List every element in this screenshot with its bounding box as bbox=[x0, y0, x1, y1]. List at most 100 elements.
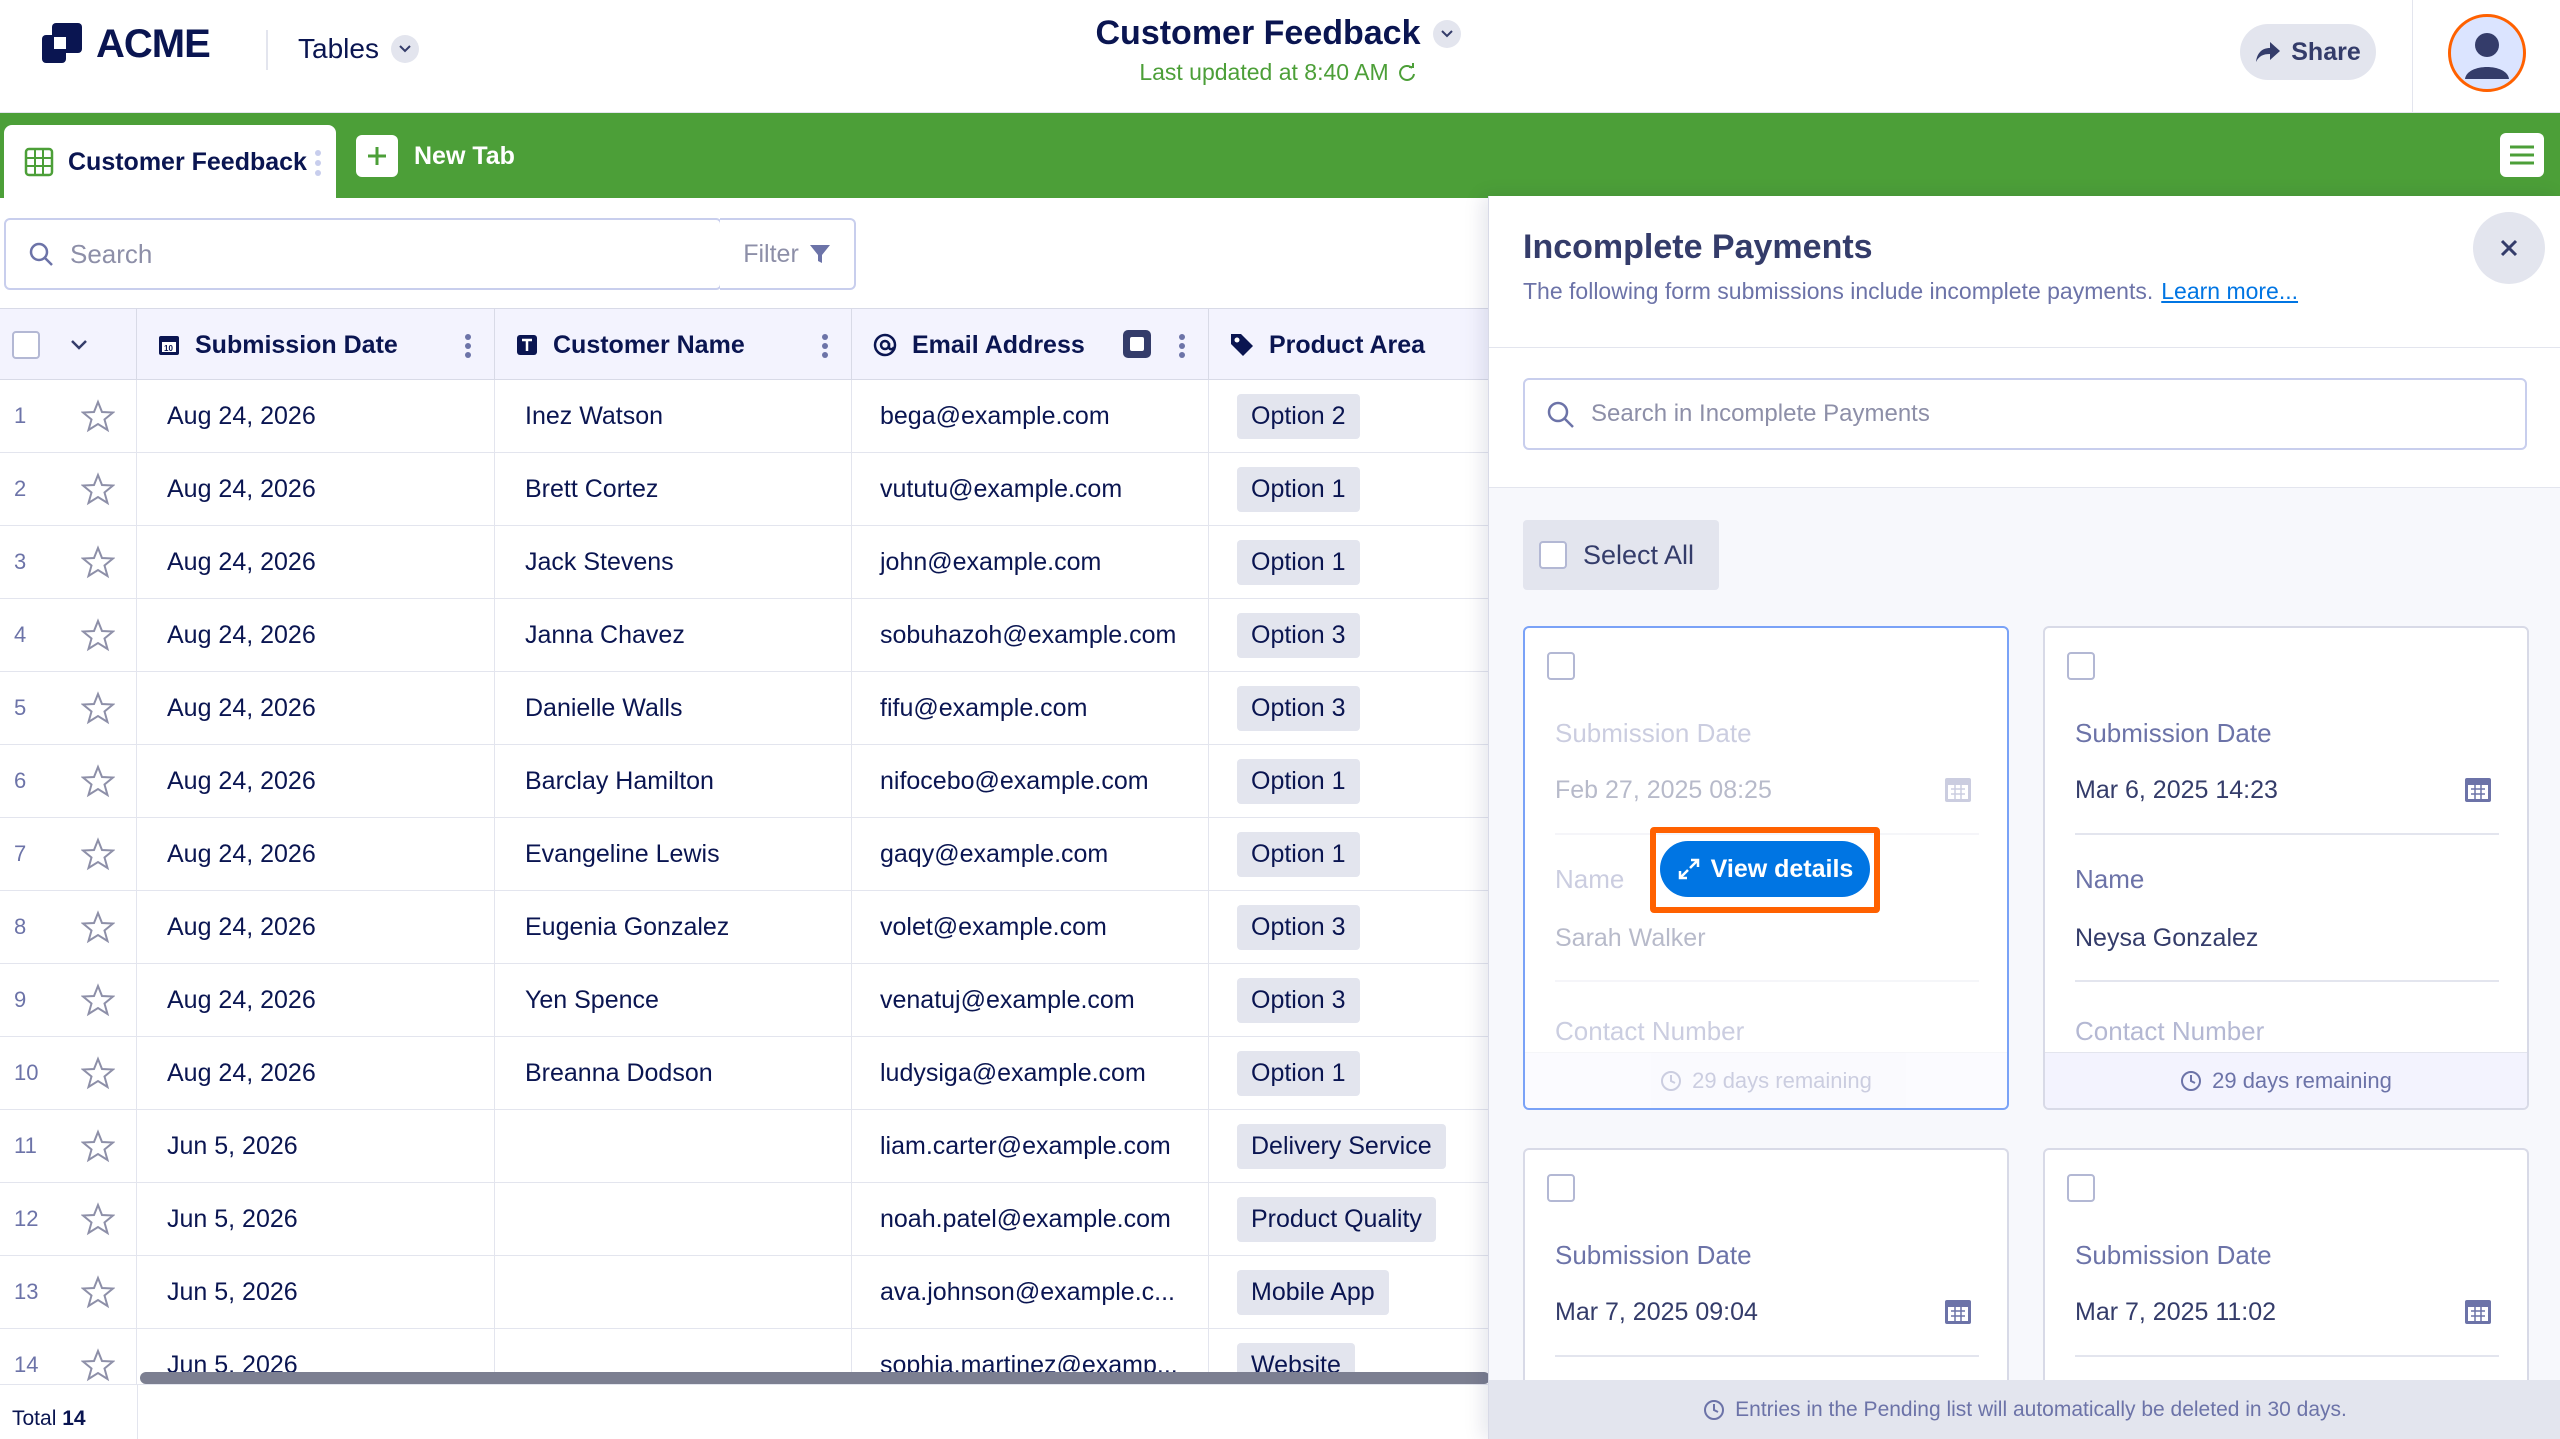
row-star-cell[interactable] bbox=[60, 1037, 137, 1109]
customer-name-cell[interactable] bbox=[495, 1256, 852, 1328]
search-input[interactable]: Search bbox=[4, 218, 722, 290]
submission-date-cell[interactable]: Aug 24, 2026 bbox=[137, 891, 495, 963]
row-star-cell[interactable] bbox=[60, 380, 137, 452]
column-header-product-area[interactable]: Product Area bbox=[1209, 309, 1490, 381]
email-address-cell[interactable]: noah.patel@example.com bbox=[852, 1183, 1209, 1255]
email-address-cell[interactable]: vututu@example.com bbox=[852, 453, 1209, 525]
table-row[interactable]: 4 Aug 24, 2026 Janna Chavez sobuhazoh@examp… bbox=[0, 599, 1490, 672]
product-area-cell[interactable]: Option 2 bbox=[1209, 380, 1490, 452]
document-title[interactable]: Customer Feedback bbox=[1096, 14, 1461, 53]
acme-logo[interactable]: ACME bbox=[40, 22, 211, 67]
row-star-cell[interactable] bbox=[60, 1183, 137, 1255]
customer-name-cell[interactable] bbox=[495, 1110, 852, 1182]
product-area-cell[interactable]: Option 1 bbox=[1209, 818, 1490, 890]
product-area-cell[interactable]: Option 1 bbox=[1209, 1037, 1490, 1109]
star-icon[interactable] bbox=[81, 1202, 115, 1236]
row-star-cell[interactable] bbox=[60, 453, 137, 525]
email-address-cell[interactable]: nifocebo@example.com bbox=[852, 745, 1209, 817]
customer-name-cell[interactable]: Inez Watson bbox=[495, 380, 852, 452]
product-area-cell[interactable]: Delivery Service bbox=[1209, 1110, 1490, 1182]
tab-menu-button[interactable] bbox=[2500, 133, 2544, 177]
customer-name-cell[interactable]: Barclay Hamilton bbox=[495, 745, 852, 817]
star-icon[interactable] bbox=[81, 1275, 115, 1309]
table-row[interactable]: 10 Aug 24, 2026 Breanna Dodson ludysiga@exa… bbox=[0, 1037, 1490, 1110]
email-address-cell[interactable]: ludysiga@example.com bbox=[852, 1037, 1209, 1109]
column-header-customer-name[interactable]: Customer Name bbox=[495, 309, 852, 381]
email-address-cell[interactable]: liam.carter@example.com bbox=[852, 1110, 1209, 1182]
customer-name-cell[interactable]: Evangeline Lewis bbox=[495, 818, 852, 890]
table-row[interactable]: 12 Jun 5, 2026 noah.patel@example.com Produ… bbox=[0, 1183, 1490, 1256]
view-details-button[interactable]: View details bbox=[1660, 841, 1870, 897]
chevron-down-icon[interactable] bbox=[1432, 19, 1461, 48]
row-star-cell[interactable] bbox=[60, 599, 137, 671]
product-area-cell[interactable]: Option 3 bbox=[1209, 964, 1490, 1036]
customer-name-cell[interactable]: Jack Stevens bbox=[495, 526, 852, 598]
customer-name-cell[interactable]: Breanna Dodson bbox=[495, 1037, 852, 1109]
star-icon[interactable] bbox=[81, 1129, 115, 1163]
product-area-cell[interactable]: Option 3 bbox=[1209, 599, 1490, 671]
learn-more-link[interactable]: Learn more... bbox=[2161, 278, 2298, 304]
product-area-cell[interactable]: Option 1 bbox=[1209, 745, 1490, 817]
star-icon[interactable] bbox=[81, 1348, 115, 1382]
new-tab-button[interactable]: New Tab bbox=[356, 135, 515, 177]
email-address-cell[interactable]: bega@example.com bbox=[852, 380, 1209, 452]
product-area-cell[interactable]: Option 3 bbox=[1209, 672, 1490, 744]
row-star-cell[interactable] bbox=[60, 1256, 137, 1328]
row-star-cell[interactable] bbox=[60, 672, 137, 744]
email-address-cell[interactable]: john@example.com bbox=[852, 526, 1209, 598]
product-area-cell[interactable]: Mobile App bbox=[1209, 1256, 1490, 1328]
select-all-rows-checkbox[interactable] bbox=[12, 331, 40, 359]
row-star-cell[interactable] bbox=[60, 1110, 137, 1182]
email-address-cell[interactable]: volet@example.com bbox=[852, 891, 1209, 963]
submission-card[interactable]: Submission Date Mar 7, 2025 09:04 bbox=[1523, 1148, 2009, 1380]
customer-name-cell[interactable]: Brett Cortez bbox=[495, 453, 852, 525]
star-icon[interactable] bbox=[81, 837, 115, 871]
star-icon[interactable] bbox=[81, 691, 115, 725]
refresh-icon[interactable] bbox=[1397, 62, 1417, 83]
customer-name-cell[interactable] bbox=[495, 1183, 852, 1255]
table-row[interactable]: 13 Jun 5, 2026 ava.johnson@example.c... Mob… bbox=[0, 1256, 1490, 1329]
star-icon[interactable] bbox=[81, 1056, 115, 1090]
submission-date-cell[interactable]: Jun 5, 2026 bbox=[137, 1110, 495, 1182]
product-area-cell[interactable]: Product Quality bbox=[1209, 1183, 1490, 1255]
star-icon[interactable] bbox=[81, 472, 115, 506]
table-row[interactable]: 6 Aug 24, 2026 Barclay Hamilton nifocebo@ex… bbox=[0, 745, 1490, 818]
table-row[interactable]: 9 Aug 24, 2026 Yen Spence venatuj@example.c… bbox=[0, 964, 1490, 1037]
share-button[interactable]: Share bbox=[2240, 24, 2376, 80]
star-icon[interactable] bbox=[81, 764, 115, 798]
card-checkbox[interactable] bbox=[2067, 1174, 2095, 1202]
submission-card[interactable]: Submission Date Mar 7, 2025 11:02 bbox=[2043, 1148, 2529, 1380]
email-address-cell[interactable]: venatuj@example.com bbox=[852, 964, 1209, 1036]
submission-card[interactable]: Submission Date Mar 6, 2025 14:23 Name N… bbox=[2043, 626, 2529, 1110]
product-area-cell[interactable]: Option 1 bbox=[1209, 526, 1490, 598]
star-icon[interactable] bbox=[81, 618, 115, 652]
row-star-cell[interactable] bbox=[60, 891, 137, 963]
table-row[interactable]: 5 Aug 24, 2026 Danielle Walls fifu@example.… bbox=[0, 672, 1490, 745]
close-panel-button[interactable] bbox=[2473, 212, 2545, 284]
card-checkbox[interactable] bbox=[2067, 652, 2095, 680]
submission-date-cell[interactable]: Aug 24, 2026 bbox=[137, 599, 495, 671]
email-address-cell[interactable]: sobuhazoh@example.com bbox=[852, 599, 1209, 671]
star-icon[interactable] bbox=[81, 983, 115, 1017]
customer-name-cell[interactable]: Eugenia Gonzalez bbox=[495, 891, 852, 963]
filter-button[interactable]: Filter bbox=[720, 218, 856, 290]
column-header-email-address[interactable]: Email Address bbox=[852, 309, 1209, 381]
submission-date-cell[interactable]: Aug 24, 2026 bbox=[137, 1037, 495, 1109]
select-all-button[interactable]: Select All bbox=[1523, 520, 1719, 590]
panel-search-input[interactable]: Search in Incomplete Payments bbox=[1523, 378, 2527, 450]
column-options-icon[interactable] bbox=[464, 333, 472, 359]
submission-date-cell[interactable]: Aug 24, 2026 bbox=[137, 380, 495, 452]
row-star-cell[interactable] bbox=[60, 964, 137, 1036]
tab-customer-feedback[interactable]: Customer Feedback bbox=[4, 125, 336, 199]
submission-date-cell[interactable]: Aug 24, 2026 bbox=[137, 672, 495, 744]
user-avatar[interactable] bbox=[2448, 14, 2526, 92]
email-address-cell[interactable]: gaqy@example.com bbox=[852, 818, 1209, 890]
submission-date-cell[interactable]: Aug 24, 2026 bbox=[137, 964, 495, 1036]
submission-date-cell[interactable]: Aug 24, 2026 bbox=[137, 745, 495, 817]
row-star-cell[interactable] bbox=[60, 818, 137, 890]
customer-name-cell[interactable]: Danielle Walls bbox=[495, 672, 852, 744]
product-area-cell[interactable]: Option 1 bbox=[1209, 453, 1490, 525]
star-icon[interactable] bbox=[81, 910, 115, 944]
customer-name-cell[interactable]: Yen Spence bbox=[495, 964, 852, 1036]
table-row[interactable]: 3 Aug 24, 2026 Jack Stevens john@example.co… bbox=[0, 526, 1490, 599]
